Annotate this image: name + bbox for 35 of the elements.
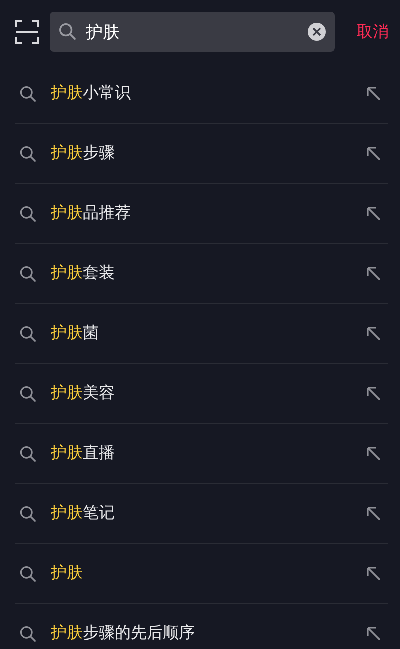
cancel-button[interactable]: 取消 [347,22,399,42]
clear-icon[interactable] [307,22,327,42]
arrow-icon[interactable] [366,566,382,582]
scan-icon[interactable] [14,19,40,45]
search-icon [19,504,37,522]
search-icon [19,444,37,462]
search-icon [19,264,37,282]
suggestion-item[interactable]: 护肤套装 [51,263,352,284]
suggestion-item[interactable]: 护肤步骤的先后顺序 [51,623,352,644]
search-icon [19,324,37,342]
arrow-icon[interactable] [366,386,382,402]
arrow-icon[interactable] [366,266,382,282]
suggestion-item[interactable]: 护肤直播 [51,443,352,464]
arrow-icon[interactable] [366,446,382,462]
search-icon [19,144,37,162]
arrow-icon[interactable] [366,626,382,642]
arrow-icon[interactable] [366,86,382,102]
arrow-icon[interactable] [366,206,382,222]
arrow-icon[interactable] [366,506,382,522]
arrow-icon[interactable] [366,146,382,162]
search-icon [19,84,37,102]
search-field[interactable]: 护肤 [50,12,335,52]
suggestion-item[interactable]: 护肤步骤 [51,143,352,164]
arrow-icon[interactable] [366,326,382,342]
suggestion-item[interactable]: 护肤菌 [51,323,352,344]
suggestion-item[interactable]: 护肤美容 [51,383,352,404]
suggestion-item[interactable]: 护肤 [51,563,352,584]
search-icon [19,624,37,642]
search-icon [19,564,37,582]
search-icon [19,204,37,222]
suggestion-item[interactable]: 护肤品推荐 [51,203,352,224]
suggestion-item[interactable]: 护肤笔记 [51,503,352,524]
search-icon [19,384,37,402]
suggestion-item[interactable]: 护肤小常识 [51,83,352,104]
search-icon [58,22,77,41]
